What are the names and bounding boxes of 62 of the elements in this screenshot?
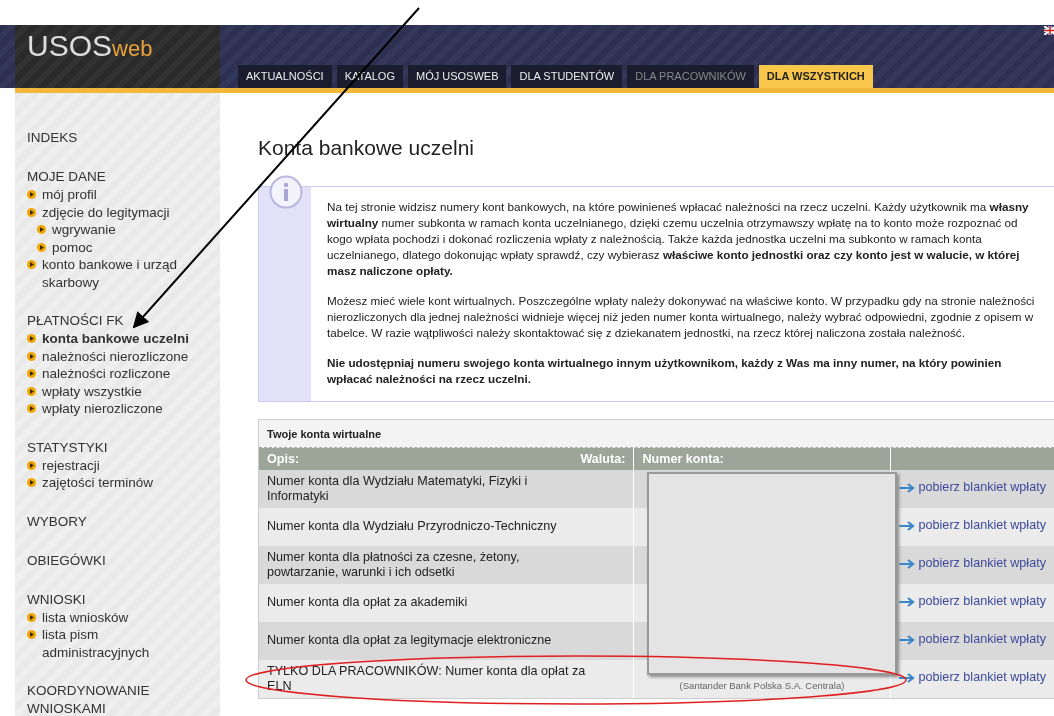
sidebar-heading[interactable]: KOORDYNOWANIE WNIOSKAMI (27, 682, 192, 716)
table-cell: Numer konta dla płatności za czesne, żetony, powtarzanie, warunki i ich odsetki (259, 545, 634, 584)
nav-tab[interactable]: DLA WSZYSTKICH (758, 64, 873, 88)
sidebar-link[interactable]: rejestracji (42, 456, 100, 474)
info-icon (269, 175, 303, 210)
column-header: Waluta: (572, 447, 634, 470)
bullet-icon (27, 351, 36, 361)
sidebar-heading[interactable]: INDEKS (27, 129, 192, 147)
bullet-icon (37, 225, 46, 234)
bullet-icon (27, 404, 36, 413)
sidebar-link[interactable]: wgrywanie (52, 221, 116, 239)
bullet-icon (27, 460, 36, 470)
sidebar-link[interactable]: należności rozliczone (42, 365, 171, 383)
sidebar-heading[interactable]: MOJE DANE (27, 168, 192, 186)
sidebar-heading[interactable]: WYBORY (27, 512, 192, 531)
table-cell: Numer konta dla Wydziału Przyrodniczo-Techniczny (259, 507, 634, 546)
sidebar-link[interactable]: mój profil (42, 186, 97, 204)
sidebar-link[interactable]: wpłaty wszystkie (42, 382, 142, 400)
sidebar-heading[interactable]: STATYSTYKI (27, 438, 192, 457)
column-header: Numer konta: (633, 447, 891, 470)
bullet-icon (27, 207, 36, 217)
table-cell: Numer konta dla opłat za legitymacje elektroniczne (259, 621, 634, 660)
arrow-icon (898, 482, 915, 493)
sidebar-link[interactable]: lista pism administracyjnych (42, 626, 192, 661)
info-paragraph: Na tej stronie widzisz numery kont bankowych, na które powinieneś wpłacać należności na rzecz uczelni. Każdy użytkownik ma własny wirtualny numer subkonta w ramach konta uczelnianego, dzięki czemu uczelnia otrzymawszy wpłatę na to konto może rozpoznać od kogo wpłata pochodzi i dokonać rozliczenia wpłaty z należnością. Także każda jednostka uczelni ma subkonto w ramach konta uczelnianego, dlatego dokonując wpłaty sprawdź, czy wybierasz właściwe konto jednostki oraz czy konto jest w walucie, w której masz naliczone opłaty. (327, 199, 1030, 280)
bullet-icon (27, 260, 36, 269)
bank-note: (Santander Bank Polska S.A. Centrala) (678, 679, 846, 691)
sidebar-link[interactable]: zdjęcie do legitymacji (42, 203, 170, 221)
bullet-icon (27, 478, 36, 487)
table-cell: Numer konta dla opłat za akademiki (259, 583, 634, 622)
sidebar-link[interactable]: wpłaty nierozliczone (42, 400, 163, 418)
nav-tab[interactable]: AKTUALNOŚCI (238, 64, 332, 88)
arrow-icon (898, 596, 915, 607)
sidebar-heading[interactable]: PŁATNOŚCI FK (27, 312, 192, 330)
nav-tab[interactable]: KATALOG (336, 64, 403, 88)
bullet-icon (27, 612, 36, 622)
bullet-icon (27, 630, 36, 639)
sidebar-heading[interactable]: OBIEGÓWKI (27, 551, 192, 570)
arrow-icon (898, 634, 915, 645)
flag-icon[interactable] (1044, 26, 1054, 35)
sidebar-heading[interactable]: WNIOSKI (27, 590, 192, 609)
arrow-icon (898, 520, 915, 531)
bullet-icon (27, 334, 36, 343)
arrow-icon (898, 672, 915, 683)
sidebar-link[interactable]: należności nierozliczone (42, 347, 189, 365)
sidebar-link[interactable]: lista wniosków (42, 608, 129, 626)
table-caption: Twoje konta wirtualne (259, 420, 1054, 448)
nav-tab[interactable]: DLA STUDENTÓW (511, 64, 623, 88)
bullet-icon (27, 190, 36, 199)
nav-tab[interactable]: MÓJ USOSWEB (407, 64, 507, 88)
sidebar-link[interactable]: zajętości terminów (42, 474, 154, 492)
sidebar-link[interactable]: konta bankowe uczelni (42, 330, 190, 348)
sidebar-link[interactable]: konto bankowe i urząd skarbowy (42, 256, 192, 291)
bullet-icon (27, 369, 36, 378)
bullet-icon (27, 386, 36, 396)
arrow-icon (898, 558, 915, 569)
sidebar-link[interactable]: pomoc (52, 238, 93, 256)
table-cell: Numer konta dla Wydziału Matematyki, Fizyki i Informatyki (259, 469, 634, 508)
bullet-icon (37, 242, 46, 252)
info-paragraph: Możesz mieć wiele kont wirtualnych. Poszczególne wpłaty należy dokonywać na właściwe konto. W przypadku gdy na stronie należności nierozliczonych dla jednej należności widnieje więcej niż jeden numer konta wirtualnego, należy wybrać odpowiedni, zgodnie z opisem w tabelce. W razie wątpliwości należy skontaktować się z dziekanatem jednostki, na rzecz której naliczona została należność. (327, 293, 1036, 342)
column-header: Opis: (259, 447, 573, 470)
info-paragraph: Nie udostępniaj numeru swojego konta wirtualnego innym użytkownikom, każdy z Was ma inny numer, na który powinien wpłacać należności na rzecz uczelni. (327, 355, 1003, 388)
